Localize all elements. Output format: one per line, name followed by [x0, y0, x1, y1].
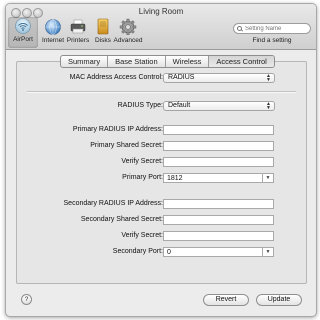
globe-icon: [43, 18, 63, 35]
search-field[interactable]: [233, 23, 311, 34]
chevron-down-icon[interactable]: ▼: [262, 174, 273, 182]
search-icon: [237, 26, 242, 31]
primary-secret-label: Primary Shared Secret:: [90, 142, 163, 149]
primary-port-value: 1812: [167, 175, 183, 182]
gear-icon: [118, 18, 138, 36]
find-setting-label: Find a setting: [252, 37, 292, 44]
window-title: Living Room: [138, 7, 184, 16]
disk-icon: [93, 18, 113, 35]
tab-wireless[interactable]: Wireless: [166, 56, 210, 67]
help-button[interactable]: ?: [21, 294, 32, 305]
toolbar: Living Room AirPort Internet Printers Di…: [6, 4, 316, 50]
toolbar-item-airport[interactable]: AirPort: [8, 17, 38, 48]
secondary-secret-label: Secondary Shared Secret:: [80, 216, 163, 223]
updown-arrows-icon: ▲ ▼: [266, 73, 271, 83]
secondary-port-value: 0: [167, 249, 171, 256]
toolbar-item-advanced[interactable]: Advanced: [113, 18, 143, 44]
window: Living Room AirPort Internet Printers Di…: [5, 3, 317, 317]
access-control-panel: MAC Address Access Control: RADIUS ▲ ▼ RA…: [16, 61, 307, 284]
primary-port-combo[interactable]: 1812 ▼: [163, 173, 274, 183]
revert-button[interactable]: Revert: [203, 294, 249, 306]
tab-base-station[interactable]: Base Station: [108, 56, 166, 67]
printer-icon: [68, 18, 88, 35]
toolbar-item-label: AirPort: [13, 36, 33, 43]
radius-type-popup[interactable]: Default ▲ ▼: [163, 101, 275, 111]
airport-wifi-icon: [13, 17, 33, 34]
primary-secret-field[interactable]: [163, 141, 274, 151]
secondary-port-combo[interactable]: 0 ▼: [163, 247, 274, 257]
secondary-secret-field[interactable]: [163, 215, 274, 225]
search-input[interactable]: [245, 24, 305, 33]
secondary-ip-field[interactable]: [163, 199, 274, 209]
toolbar-item-label: Advanced: [113, 37, 143, 44]
primary-port-label: Primary Port:: [122, 174, 163, 181]
mac-access-control-value: RADIUS: [168, 74, 195, 81]
chevron-down-icon[interactable]: ▼: [262, 248, 273, 256]
tab-summary[interactable]: Summary: [61, 56, 109, 67]
secondary-verify-field[interactable]: [163, 231, 274, 241]
primary-ip-field[interactable]: [163, 125, 274, 135]
tab-access-control[interactable]: Access Control: [209, 56, 274, 67]
primary-verify-label: Verify Secret:: [121, 158, 163, 165]
primary-verify-field[interactable]: [163, 157, 274, 167]
update-button[interactable]: Update: [256, 294, 302, 306]
secondary-port-label: Secondary Port:: [112, 248, 163, 255]
mac-access-control-popup[interactable]: RADIUS ▲ ▼: [163, 73, 275, 83]
tab-bar: Summary Base Station Wireless Access Con…: [60, 55, 275, 68]
secondary-ip-label: Secondary RADIUS IP Address:: [63, 200, 163, 207]
primary-ip-label: Primary RADIUS IP Address:: [72, 126, 163, 133]
radius-type-label: RADIUS Type:: [117, 102, 163, 109]
mac-access-control-label: MAC Address Access Control:: [69, 74, 163, 81]
radius-type-value: Default: [168, 102, 191, 109]
separator: [27, 91, 296, 93]
updown-arrows-icon: ▲ ▼: [266, 101, 271, 111]
secondary-verify-label: Verify Secret:: [121, 232, 163, 239]
